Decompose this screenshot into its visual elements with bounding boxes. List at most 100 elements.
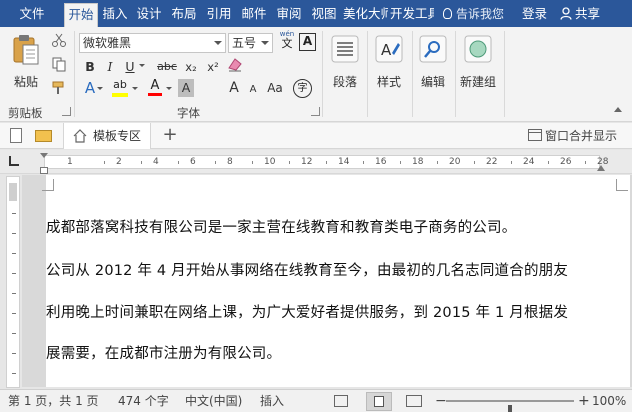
web-layout-icon[interactable]: [406, 395, 422, 407]
font-color-swatch: [148, 93, 162, 96]
tab-review[interactable]: 审阅: [274, 3, 304, 27]
superscript-button[interactable]: x²: [203, 58, 223, 76]
copy-icon[interactable]: [50, 56, 68, 74]
document-tab-strip: 模板专区 + 窗口合并显示: [0, 123, 632, 149]
chevron-down-icon[interactable]: [97, 87, 103, 90]
highlight-button[interactable]: ab: [109, 78, 131, 100]
editing-button[interactable]: 编辑: [414, 33, 452, 93]
underline-button[interactable]: U: [121, 58, 139, 76]
ruler-tick: [326, 161, 327, 164]
tab-references[interactable]: 引用: [204, 3, 234, 27]
grow-font-button[interactable]: A: [225, 79, 243, 97]
add-tab-icon[interactable]: +: [160, 125, 180, 145]
word-count[interactable]: 474 个字: [118, 390, 169, 412]
clipboard-launcher-icon[interactable]: [62, 107, 71, 116]
crop-mark-left: [42, 179, 54, 191]
ruler-track[interactable]: 1 2 4 6 8 10 12 14 16 18 20 22 24 26 28: [44, 155, 608, 169]
clear-formatting-icon[interactable]: [226, 55, 244, 75]
zoom-in-icon[interactable]: +: [578, 390, 590, 412]
page-count[interactable]: 第 1 页，共 1 页: [8, 390, 99, 412]
strikethrough-button[interactable]: abc: [155, 58, 179, 76]
language-indicator[interactable]: 中文(中国): [185, 390, 242, 412]
ruler-number: 26: [560, 157, 572, 167]
character-shading-button[interactable]: A: [178, 79, 194, 97]
tab-home[interactable]: 开始: [64, 3, 98, 27]
tab-beautify[interactable]: 美化大师: [343, 3, 388, 27]
highlight-color-swatch: [112, 93, 128, 97]
ruler-tick: [474, 161, 475, 164]
character-border-button[interactable]: A: [299, 33, 316, 51]
tab-mailings[interactable]: 邮件: [239, 3, 269, 27]
document-paragraph-line[interactable]: 展需要，在成都市注册为有限公司。: [46, 342, 281, 363]
cut-icon[interactable]: [50, 32, 68, 50]
ruler-number: 6: [190, 157, 196, 167]
font-launcher-icon[interactable]: [311, 107, 320, 116]
styles-button[interactable]: A 样式: [370, 33, 408, 93]
change-case-button[interactable]: Aa: [264, 79, 286, 97]
paste-icon: [13, 35, 39, 65]
paragraph-icon: [331, 35, 359, 63]
zoom-level[interactable]: 100%: [592, 390, 626, 412]
folder-icon[interactable]: [35, 130, 52, 142]
read-mode-icon[interactable]: [334, 395, 348, 407]
first-line-indent-marker[interactable]: [40, 153, 48, 158]
ruler-number: 12: [301, 157, 313, 167]
horizontal-ruler[interactable]: 1 2 4 6 8 10 12 14 16 18 20 22 24 26 28: [0, 150, 632, 174]
left-indent-marker[interactable]: [40, 167, 48, 174]
ruler-tick: [548, 161, 549, 164]
highlight-glyph: ab: [113, 78, 127, 91]
font-size-combo[interactable]: 五号: [228, 33, 273, 53]
format-painter-icon[interactable]: [50, 80, 68, 98]
enclose-characters-button[interactable]: 字: [293, 79, 312, 98]
bold-button[interactable]: B: [81, 58, 99, 76]
group-divider: [322, 31, 323, 117]
tab-view[interactable]: 视图: [309, 3, 339, 27]
ribbon-home: 粘贴 剪贴板 微软雅黑 五号 wén 文 A B I U abc x₂ x² A…: [0, 27, 632, 122]
circle-icon: [464, 35, 492, 63]
right-indent-marker[interactable]: [597, 165, 605, 171]
group-divider: [455, 31, 456, 117]
styles-label: 样式: [376, 75, 401, 89]
print-layout-button[interactable]: [366, 392, 392, 411]
new-group-button[interactable]: 新建组: [457, 33, 499, 93]
zoom-slider-thumb[interactable]: [508, 405, 512, 412]
document-paragraph[interactable]: 成都部落窝科技有限公司是一家主营在线教育和教育类电子商务的公司。: [46, 216, 516, 237]
collapse-ribbon-icon[interactable]: [614, 107, 622, 112]
document-page[interactable]: 成都部落窝科技有限公司是一家主营在线教育和教育类电子商务的公司。 公司从 201…: [42, 175, 630, 387]
tab-insert[interactable]: 插入: [100, 3, 130, 27]
tab-layout[interactable]: 布局: [169, 3, 199, 27]
paste-button[interactable]: 粘贴: [6, 33, 46, 93]
tab-design[interactable]: 设计: [134, 3, 164, 27]
clipboard-group-label: 剪贴板: [8, 106, 43, 120]
new-document-icon[interactable]: [10, 128, 22, 143]
zoom-out-icon[interactable]: −: [435, 390, 447, 412]
group-divider: [367, 31, 368, 117]
share-button[interactable]: 共享: [560, 3, 618, 25]
font-color-button[interactable]: A: [145, 78, 165, 100]
tell-me-label: 告诉我您: [456, 7, 505, 21]
ruler-number: 24: [523, 157, 535, 167]
insert-mode[interactable]: 插入: [260, 390, 284, 412]
tab-developer[interactable]: 开发工具: [390, 3, 434, 27]
chevron-down-icon[interactable]: [139, 64, 145, 67]
font-name-value: 微软雅黑: [83, 36, 132, 50]
shrink-font-button[interactable]: A: [244, 81, 262, 99]
chevron-down-icon[interactable]: [166, 87, 172, 90]
font-name-combo[interactable]: 微软雅黑: [79, 33, 226, 53]
ruler-tick: [178, 161, 179, 164]
login-button[interactable]: 登录: [522, 3, 547, 25]
tab-stop-selector-icon[interactable]: [9, 156, 19, 166]
tab-file[interactable]: 文件: [10, 3, 54, 27]
window-merge-button[interactable]: 窗口合并显示: [528, 123, 617, 149]
chevron-down-icon[interactable]: [132, 87, 138, 90]
zoom-slider[interactable]: [446, 400, 574, 412]
paragraph-button[interactable]: 段落: [326, 33, 364, 93]
doc-tab-templates[interactable]: 模板专区: [63, 123, 151, 149]
phonetic-guide-button[interactable]: wén 文: [277, 30, 297, 52]
subscript-button[interactable]: x₂: [181, 58, 201, 76]
document-paragraph-line[interactable]: 公司从 2012 年 4 月开始从事网络在线教育至今，由最初的几名志同道合的朋友: [46, 259, 568, 280]
italic-button[interactable]: I: [101, 58, 119, 76]
tell-me-search[interactable]: 告诉我您: [443, 3, 504, 25]
vertical-ruler[interactable]: [6, 176, 20, 388]
document-paragraph-line[interactable]: 利用晚上时间兼职在网络上课，为广大爱好者提供服务，到 2015 年 1 月根据发: [46, 301, 568, 322]
